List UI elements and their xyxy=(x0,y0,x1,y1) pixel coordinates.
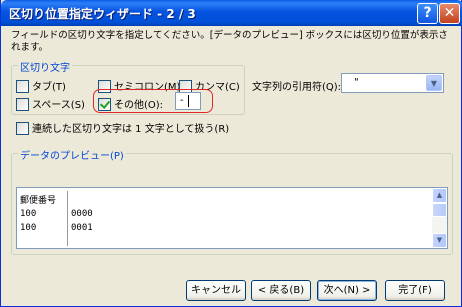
other-delimiter-input[interactable]: - xyxy=(175,92,201,110)
consecutive-checkbox-label: 連続した区切り文字は 1 文字として扱う(R) xyxy=(32,124,230,135)
text-qualifier-label: 文字列の引用符(Q): xyxy=(252,82,342,93)
space-checkbox[interactable]: スペース(S) xyxy=(16,96,85,111)
cancel-button[interactable]: キャンセル xyxy=(186,280,246,301)
other-checkbox-label: その他(O): xyxy=(114,100,164,111)
preview-scrollbar[interactable]: ▲ ▼ xyxy=(432,188,447,248)
consecutive-checkbox[interactable]: 連続した区切り文字は 1 文字として扱う(R) xyxy=(16,120,230,135)
close-icon: ✕ xyxy=(443,5,456,21)
scroll-thumb[interactable] xyxy=(432,203,447,217)
text-qualifier-value: " xyxy=(354,77,359,88)
next-button[interactable]: 次へ(N) > xyxy=(317,280,377,301)
preview-group-label: データのプレビュー(P) xyxy=(18,147,126,162)
scroll-down-button[interactable]: ▼ xyxy=(432,233,447,248)
preview-cell: 郵便番号 xyxy=(20,196,57,206)
tab-checkbox[interactable]: タブ(T) xyxy=(16,78,66,93)
preview-cell: 100 xyxy=(20,209,37,219)
other-checkbox-box[interactable] xyxy=(98,98,111,111)
text-qualifier-select[interactable]: " ▼ xyxy=(341,73,444,93)
delimiters-group-label: 区切り文字 xyxy=(18,59,72,74)
preview-cell: 100 xyxy=(20,223,37,233)
column-separator xyxy=(67,191,68,246)
preview-cell: 0000 xyxy=(71,209,93,219)
back-button[interactable]: < 戻る(B) xyxy=(251,280,311,301)
tab-checkbox-label: タブ(T) xyxy=(32,82,66,93)
preview-cell: 0001 xyxy=(71,223,93,233)
close-button[interactable]: ✕ xyxy=(439,3,460,24)
tab-checkbox-box[interactable] xyxy=(16,80,29,93)
wizard-window: 区切り位置指定ウィザード - 2 / 3 ? ✕ フィールドの区切り文字を指定し… xyxy=(0,0,462,307)
title-bar[interactable]: 区切り位置指定ウィザード - 2 / 3 ? ✕ xyxy=(1,0,462,26)
other-delimiter-value: - xyxy=(180,95,184,106)
instruction-text: フィールドの区切り文字を指定してください。[データのプレビュー] ボックスには区… xyxy=(11,30,448,53)
space-checkbox-label: スペース(S) xyxy=(32,100,85,111)
chevron-down-icon[interactable]: ▼ xyxy=(426,75,442,91)
scroll-up-button[interactable]: ▲ xyxy=(432,188,447,203)
help-button[interactable]: ? xyxy=(417,3,438,24)
text-cursor xyxy=(188,95,189,107)
help-icon: ? xyxy=(423,5,432,21)
consecutive-checkbox-box[interactable] xyxy=(16,122,29,135)
window-title: 区切り位置指定ウィザード - 2 / 3 xyxy=(9,7,196,21)
space-checkbox-box[interactable] xyxy=(16,98,29,111)
data-preview[interactable]: 郵便番号 100 100 0000 0001 ▲ ▼ xyxy=(16,187,448,249)
finish-button[interactable]: 完了(F) xyxy=(385,280,445,301)
other-checkbox[interactable]: その他(O): xyxy=(98,96,164,111)
